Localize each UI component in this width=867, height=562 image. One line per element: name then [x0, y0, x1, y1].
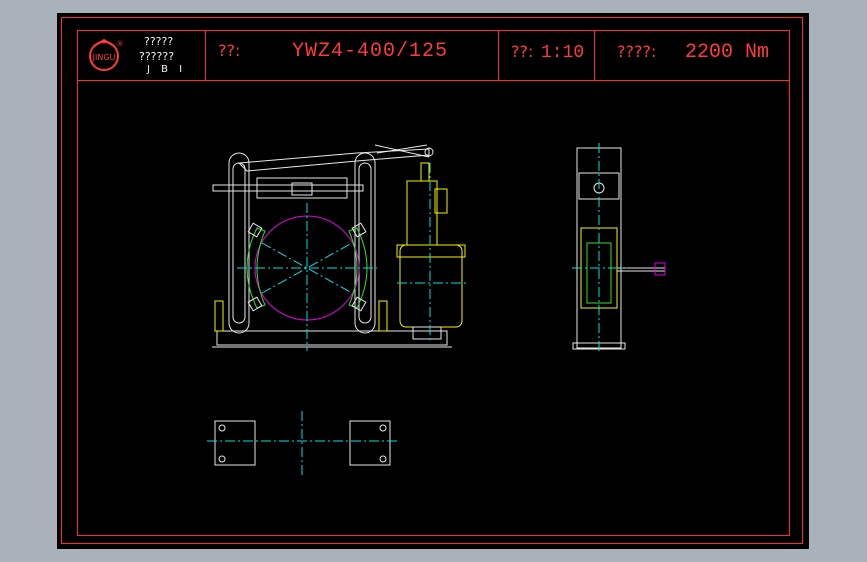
front-view	[212, 144, 467, 351]
foundation-view	[207, 411, 397, 475]
side-view	[572, 143, 666, 353]
cad-drawing-canvas[interactable]: JINGU ® ????? ?????? J B I ??: YWZ4-400/…	[57, 13, 809, 549]
brake-drawing	[207, 143, 666, 475]
